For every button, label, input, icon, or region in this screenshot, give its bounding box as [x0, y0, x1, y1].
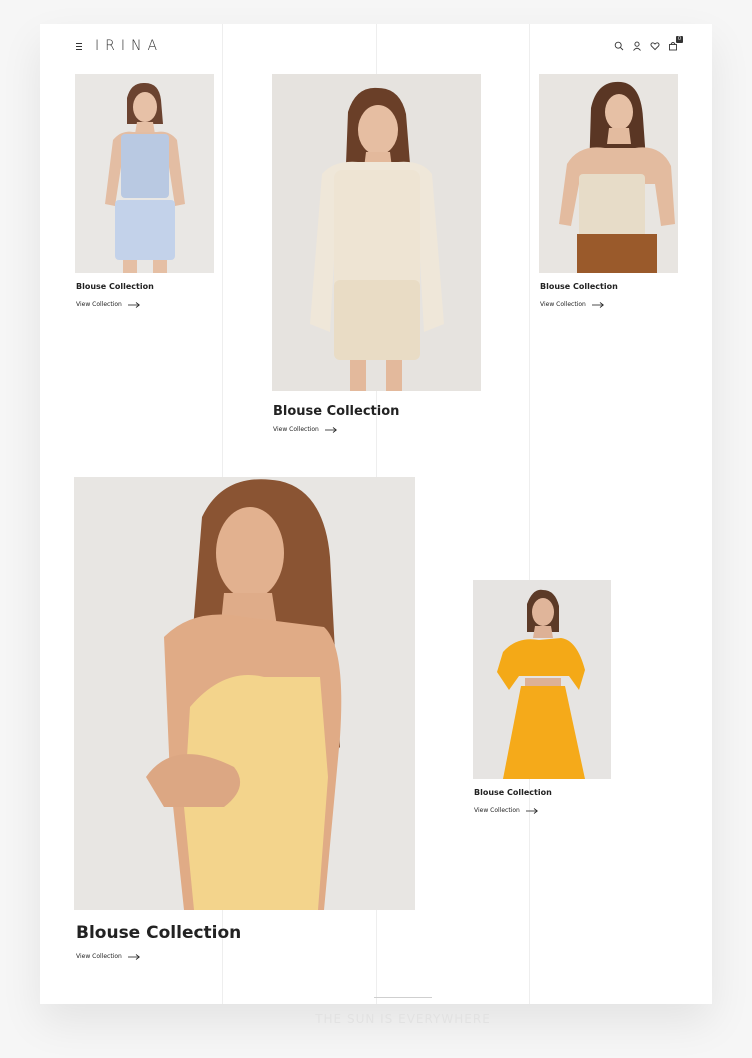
arrow-right-icon [525, 807, 538, 814]
link-label: View Collection [273, 426, 319, 433]
cart-count-badge: 0 [676, 36, 683, 43]
search-icon[interactable] [614, 41, 624, 51]
view-collection-link[interactable]: View Collection [540, 301, 604, 308]
product-photo[interactable] [75, 74, 214, 273]
cart-icon[interactable]: 0 [668, 36, 683, 51]
card-title: Blouse Collection [76, 923, 242, 943]
collection-card[interactable]: Blouse Collection View Collection [473, 580, 613, 830]
view-collection-link[interactable]: View Collection [474, 807, 538, 814]
page-container: IRINA 0 Blouse Collection View Collectio… [40, 24, 712, 1004]
collection-card[interactable]: Blouse Collection View Collection [74, 477, 416, 967]
brand-logo[interactable]: IRINA [95, 38, 163, 54]
footer-tagline: THE SUN IS EVERYWHERE [315, 1012, 491, 1026]
view-collection-link[interactable]: View Collection [273, 426, 337, 433]
card-title: Blouse Collection [474, 788, 552, 797]
product-photo[interactable] [74, 477, 415, 910]
card-title: Blouse Collection [273, 404, 400, 419]
collection-card[interactable]: Blouse Collection View Collection [539, 74, 679, 324]
product-photo[interactable] [272, 74, 481, 391]
footer-divider [374, 997, 432, 998]
user-icon[interactable] [632, 41, 642, 51]
menu-icon[interactable] [76, 43, 84, 51]
view-collection-link[interactable]: View Collection [76, 301, 140, 308]
collection-card[interactable]: Blouse Collection View Collection [272, 74, 484, 439]
grid-line [529, 24, 530, 1004]
card-title: Blouse Collection [540, 282, 618, 291]
arrow-right-icon [127, 301, 140, 308]
link-label: View Collection [474, 807, 520, 814]
site-header: IRINA 0 [40, 24, 712, 72]
arrow-right-icon [591, 301, 604, 308]
card-title: Blouse Collection [76, 282, 154, 291]
link-label: View Collection [76, 301, 122, 308]
heart-icon[interactable] [650, 41, 660, 51]
product-photo[interactable] [539, 74, 678, 273]
collection-card[interactable]: Blouse Collection View Collection [75, 74, 215, 324]
arrow-right-icon [127, 953, 140, 960]
header-actions: 0 [614, 36, 683, 51]
arrow-right-icon [324, 426, 337, 433]
product-photo[interactable] [473, 580, 611, 779]
link-label: View Collection [76, 953, 122, 960]
link-label: View Collection [540, 301, 586, 308]
view-collection-link[interactable]: View Collection [76, 953, 140, 960]
